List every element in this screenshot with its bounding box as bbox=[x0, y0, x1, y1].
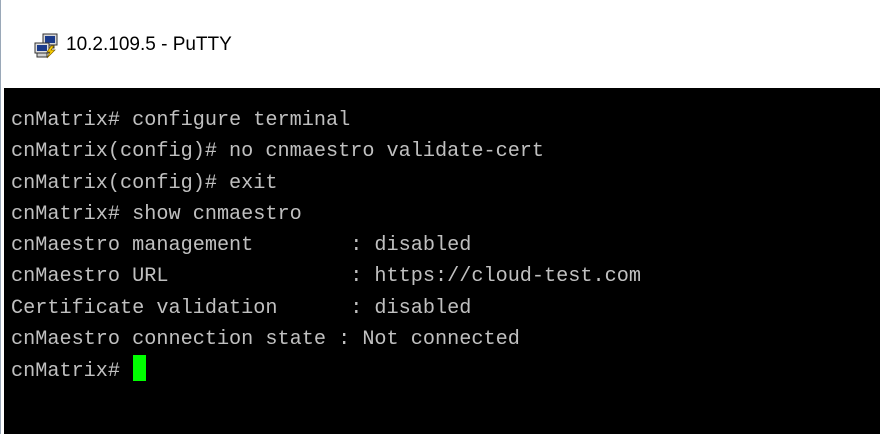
terminal-line: cnMaestro URL : https://cloud-test.com bbox=[11, 265, 641, 289]
terminal-line: cnMatrix(config)# no cnmaestro validate-… bbox=[11, 140, 545, 164]
window-title: 10.2.109.5 - PuTTY bbox=[66, 34, 232, 55]
terminal-line: cnMatrix# configure terminal bbox=[11, 109, 351, 132]
putty-window: 10.2.109.5 - PuTTY cnMatrix# configure t… bbox=[0, 0, 880, 434]
terminal-output: cnMatrix# configure terminal cnMatrix(co… bbox=[11, 105, 641, 387]
terminal-line: cnMatrix# show cnmaestro bbox=[11, 202, 302, 226]
prompt-text: cnMatrix# bbox=[11, 360, 133, 384]
terminal-line: cnMaestro management : disabled bbox=[11, 234, 472, 258]
terminal-screen[interactable]: cnMatrix# configure terminal cnMatrix(co… bbox=[4, 88, 880, 434]
terminal-line: cnMaestro connection state : Not connect… bbox=[11, 328, 520, 352]
terminal-line: cnMatrix(config)# exit bbox=[11, 171, 278, 195]
prompt-line[interactable]: cnMatrix# bbox=[11, 355, 641, 386]
terminal-line: Certificate validation : disabled bbox=[11, 296, 472, 320]
title-bar[interactable]: 10.2.109.5 - PuTTY bbox=[1, 0, 880, 88]
cursor-block bbox=[133, 355, 147, 382]
putty-icon[interactable] bbox=[34, 33, 60, 59]
